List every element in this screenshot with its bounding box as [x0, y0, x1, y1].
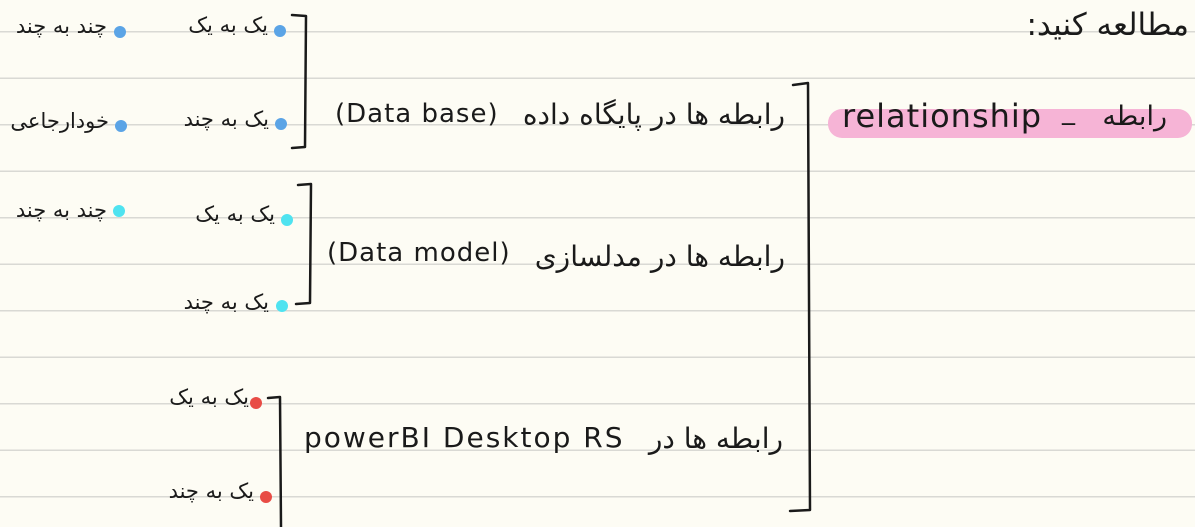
datamodel-bracket: [294, 182, 313, 306]
database-self-referencing: خودارجاعی: [10, 109, 109, 133]
database-one-to-many: یک به چند: [183, 107, 269, 131]
bullet-cyan-one-to-many: [276, 300, 288, 312]
database-one-to-one: یک به یک: [188, 13, 268, 37]
datamodel-one-to-many: یک به چند: [183, 290, 269, 314]
relationship-separator: _: [1062, 96, 1075, 126]
bullet-cyan-many-to-many: [113, 205, 125, 217]
main-bracket: [788, 81, 812, 513]
datamodel-title-fa: رابطه ها در مدلسازی: [534, 240, 785, 273]
header-instruction: مطالعه کنید:: [1026, 7, 1189, 43]
powerbi-title-en: powerBI Desktop RS: [304, 421, 625, 454]
powerbi-title-fa: رابطه ها در: [648, 422, 783, 455]
bullet-blue-one-to-one: [274, 25, 286, 37]
datamodel-many-to-many: چند به چند: [15, 198, 107, 222]
bullet-cyan-one-to-one: [281, 214, 293, 226]
database-title-fa: رابطه ها در پایگاه داده: [522, 98, 785, 131]
datamodel-title-en: (Data model): [327, 238, 511, 268]
database-title-en: (Data base): [335, 99, 499, 129]
bullet-red-one-to-one: [250, 397, 262, 409]
relationship-text-en: relationship: [842, 97, 1043, 135]
bullet-blue-one-to-many: [275, 118, 287, 130]
powerbi-bracket: [266, 395, 283, 527]
relationship-text-fa: رابطه: [1102, 101, 1167, 132]
database-many-to-many: چند به چند: [15, 14, 107, 38]
database-bracket: [290, 13, 308, 150]
bullet-red-one-to-many: [260, 491, 272, 503]
powerbi-one-to-many: یک به چند: [168, 479, 254, 503]
bullet-blue-many-to-many: [114, 26, 126, 38]
bullet-blue-self-ref: [115, 120, 127, 132]
powerbi-one-to-one: یک به یک: [169, 385, 249, 409]
datamodel-one-to-one: یک به یک: [195, 202, 275, 226]
